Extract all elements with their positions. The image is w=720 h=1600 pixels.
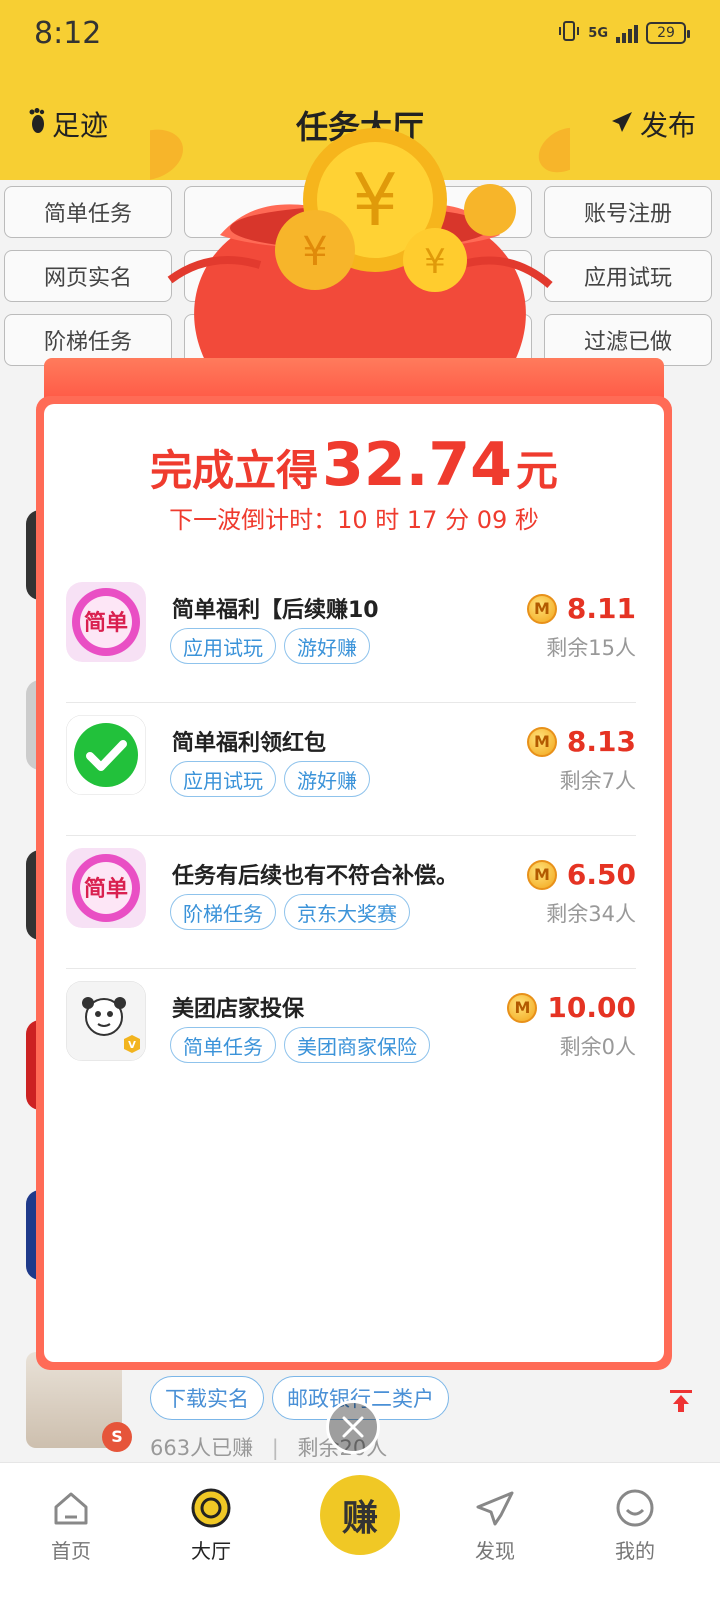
reward-headline: 完成立得32.74元 bbox=[44, 430, 664, 500]
remaining-count: 剩余0人 bbox=[559, 1035, 636, 1059]
task-list: 简单 简单福利【后续赚10 应用试玩 游好赚 M 8.11 剩余15人 简单福利… bbox=[66, 570, 636, 1102]
task-tag: 游好赚 bbox=[284, 628, 370, 664]
task-row[interactable]: 简单福利领红包 应用试玩 游好赚 M 8.13 剩余7人 bbox=[66, 703, 636, 836]
task-reward: M 8.11 bbox=[526, 592, 636, 625]
task-tag: 简单任务 bbox=[170, 1027, 276, 1063]
task-title: 简单福利领红包 bbox=[172, 731, 327, 756]
task-row[interactable]: 简单 任务有后续也有不符合补偿。 阶梯任务 京东大奖赛 M 6.50 剩余34人 bbox=[66, 836, 636, 969]
headline-amount: 32.74 bbox=[322, 430, 512, 500]
coin-icon: M bbox=[526, 726, 557, 757]
close-popup-button[interactable] bbox=[326, 1400, 380, 1454]
task-tag: 京东大奖赛 bbox=[284, 894, 410, 930]
task-tag: 应用试玩 bbox=[170, 761, 276, 797]
countdown-text: 下一波倒计时：10 时 17 分 09 秒 bbox=[169, 506, 539, 534]
task-tag: 应用试玩 bbox=[170, 628, 276, 664]
red-bag-coins-illustration: ¥ ¥ ¥ bbox=[150, 127, 570, 370]
reward-amount: 8.13 bbox=[566, 725, 636, 758]
task-title: 美团店家投保 bbox=[172, 997, 305, 1022]
headline-unit: 元 bbox=[515, 446, 558, 495]
task-tags: 简单任务 美团商家保险 bbox=[170, 1027, 430, 1063]
wechat-check-icon bbox=[66, 715, 146, 795]
task-tags: 应用试玩 游好赚 bbox=[170, 761, 370, 797]
task-tags: 阶梯任务 京东大奖赛 bbox=[170, 894, 410, 930]
task-title: 任务有后续也有不符合补偿。 bbox=[172, 864, 459, 889]
task-title: 简单福利【后续赚10 bbox=[172, 598, 379, 623]
task-reward: M 6.50 bbox=[526, 858, 636, 891]
popup-body: 完成立得32.74元 下一波倒计时：10 时 17 分 09 秒 简单 简单福利… bbox=[44, 404, 664, 1362]
coin-icon: M bbox=[507, 992, 538, 1023]
remaining-count: 剩余15人 bbox=[546, 636, 636, 660]
svg-text:¥: ¥ bbox=[352, 158, 398, 242]
reward-amount: 10.00 bbox=[547, 991, 636, 1024]
task-row[interactable]: 简单 简单福利【后续赚10 应用试玩 游好赚 M 8.11 剩余15人 bbox=[66, 570, 636, 703]
jiandan-app-icon: 简单 bbox=[66, 848, 146, 928]
coin-icon: M bbox=[526, 859, 557, 890]
svg-text:简单: 简单 bbox=[84, 610, 128, 636]
reward-amount: 6.50 bbox=[566, 858, 636, 891]
headline-prefix: 完成立得 bbox=[150, 446, 319, 495]
remaining-count: 剩余34人 bbox=[546, 902, 636, 926]
task-tag: 游好赚 bbox=[284, 761, 370, 797]
svg-text:V: V bbox=[128, 1040, 136, 1051]
svg-text:¥: ¥ bbox=[302, 229, 327, 275]
task-row[interactable]: V 美团店家投保 简单任务 美团商家保险 M 10.00 剩余0人 bbox=[66, 969, 636, 1102]
task-reward: M 8.13 bbox=[526, 725, 636, 758]
reward-popup: 完成立得32.74元 下一波倒计时：10 时 17 分 09 秒 简单 简单福利… bbox=[36, 396, 672, 1370]
svg-text:简单: 简单 bbox=[84, 876, 128, 902]
task-reward: M 10.00 bbox=[507, 991, 636, 1024]
remaining-count: 剩余7人 bbox=[559, 769, 636, 793]
svg-text:¥: ¥ bbox=[424, 242, 446, 282]
meme-avatar-icon: V bbox=[66, 981, 146, 1061]
coin-icon: M bbox=[526, 593, 557, 624]
close-icon bbox=[342, 1416, 364, 1438]
jiandan-app-icon: 简单 bbox=[66, 582, 146, 662]
task-tag: 美团商家保险 bbox=[284, 1027, 430, 1063]
task-tags: 应用试玩 游好赚 bbox=[170, 628, 370, 664]
reward-amount: 8.11 bbox=[566, 592, 636, 625]
task-tag: 阶梯任务 bbox=[170, 894, 276, 930]
